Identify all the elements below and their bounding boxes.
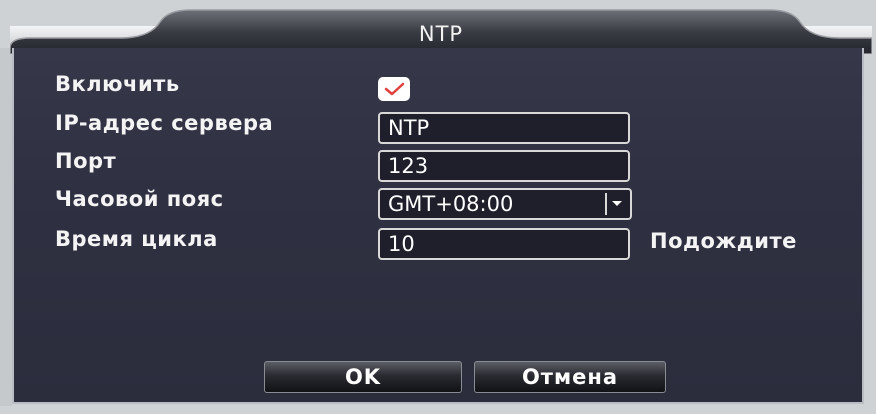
- enable-label: Включить: [55, 72, 180, 96]
- ntp-settings-panel: [12, 48, 864, 404]
- port-label: Порт: [55, 149, 117, 173]
- ok-button[interactable]: OK: [264, 361, 462, 393]
- server-address-field[interactable]: NTP: [378, 112, 630, 144]
- cancel-button[interactable]: Отмена: [474, 361, 666, 393]
- checkmark-icon: [384, 82, 405, 96]
- timezone-select[interactable]: GMT+08:00: [378, 188, 632, 220]
- dialog-title: NTP: [418, 22, 464, 46]
- server-label: IP-адрес сервера: [55, 111, 274, 135]
- cycle-status-text: Подождите: [650, 229, 797, 253]
- chevron-down-icon: [612, 201, 622, 206]
- enable-checkbox[interactable]: [378, 77, 410, 101]
- timezone-value: GMT+08:00: [388, 192, 514, 216]
- screen: NTP Включить IP-адрес сервера NTP Порт 1…: [0, 0, 876, 414]
- cycle-label: Время цикла: [55, 227, 218, 251]
- window-edge: [0, 48, 12, 406]
- timezone-label: Часовой пояс: [55, 187, 224, 211]
- cycle-time-field[interactable]: 10: [378, 228, 630, 260]
- timezone-dropdown-button[interactable]: [605, 193, 627, 215]
- port-field[interactable]: 123: [378, 150, 630, 182]
